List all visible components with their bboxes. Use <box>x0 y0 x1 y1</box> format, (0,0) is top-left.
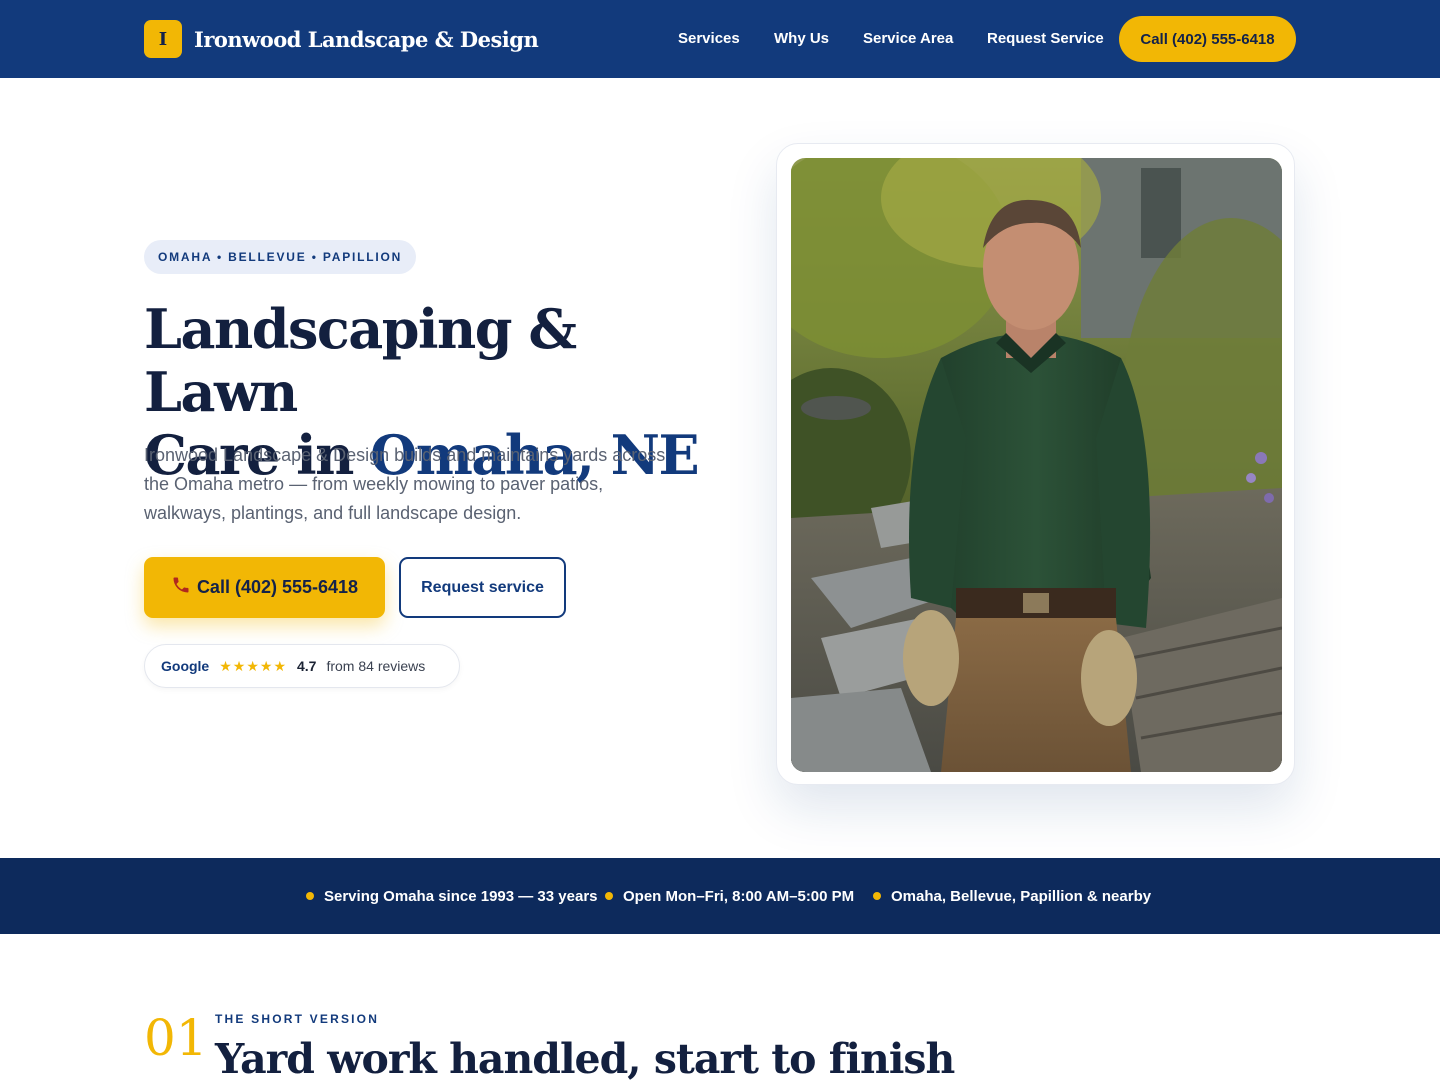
location-pill: OMAHA • BELLEVUE • PAPILLION <box>144 240 417 274</box>
section-title: Yard work handled, start to finish <box>215 1035 955 1083</box>
hero-description: Ironwood Landscape & Design builds and m… <box>144 445 666 523</box>
header-call-button[interactable]: Call (402) 555-6418 <box>1119 16 1296 62</box>
band-text-area: Omaha, Bellevue, Papillion & nearby <box>891 887 1152 905</box>
bullet-dot-icon <box>605 892 613 900</box>
rating-source: Google <box>161 658 210 674</box>
brand-name: Ironwood Landscape & Design <box>194 26 539 52</box>
brand-mark-icon: I <box>144 20 182 58</box>
landscaper-photo <box>791 158 1282 772</box>
band-text-hours: Open Mon–Fri, 8:00 AM–5:00 PM <box>623 887 855 905</box>
nav-link-services[interactable]: Services <box>678 30 740 47</box>
star-rating-icon: ★★★★★ <box>219 657 287 674</box>
hero-call-button[interactable]: Call (402) 555-6418 <box>144 557 385 618</box>
bullet-dot-icon <box>873 892 881 900</box>
band-item-since: Serving Omaha since 1993 — 33 years <box>306 858 598 934</box>
bullet-dot-icon <box>306 892 314 900</box>
section-kicker: THE SHORT VERSION <box>215 1012 380 1026</box>
hero-photo-card <box>776 143 1295 785</box>
band-text-since: Serving Omaha since 1993 — 33 years <box>324 887 598 905</box>
nav-link-request-service[interactable]: Request Service <box>987 30 1104 47</box>
google-rating-badge[interactable]: Google ★★★★★ 4.7 from 84 reviews <box>144 644 460 688</box>
brand-logo[interactable]: I Ironwood Landscape & Design <box>144 20 539 58</box>
nav-link-service-area[interactable]: Service Area <box>863 30 953 47</box>
info-band: Serving Omaha since 1993 — 33 years Open… <box>0 858 1440 934</box>
section-number: 01 <box>144 1009 208 1067</box>
nav-link-why-us[interactable]: Why Us <box>774 30 829 47</box>
site-header: I Ironwood Landscape & Design Services W… <box>0 0 1440 78</box>
band-item-area: Omaha, Bellevue, Papillion & nearby <box>873 858 1151 934</box>
request-service-button[interactable]: Request service <box>399 557 566 618</box>
phone-icon <box>171 575 191 600</box>
rating-score: 4.7 <box>297 658 317 674</box>
hero-call-label: Call (402) 555-6418 <box>196 577 359 597</box>
review-count: from 84 reviews <box>326 658 426 674</box>
band-item-hours: Open Mon–Fri, 8:00 AM–5:00 PM <box>605 858 854 934</box>
hero-title-line1: Landscaping & Lawn <box>144 297 577 424</box>
